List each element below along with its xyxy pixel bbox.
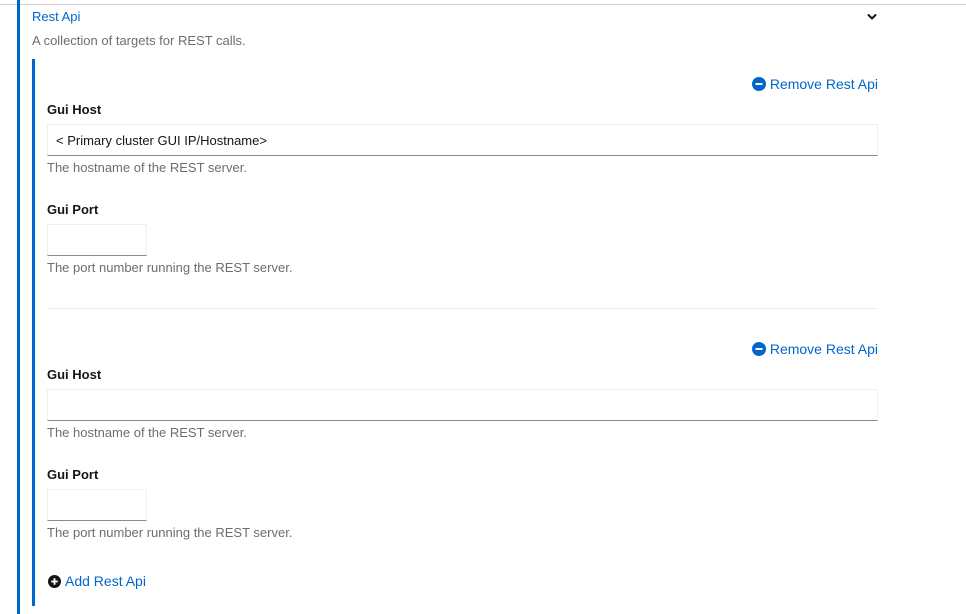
gui-port-helper: The port number running the REST server.	[47, 525, 293, 540]
add-rest-api-label: Add Rest Api	[65, 573, 146, 589]
minus-circle-icon	[751, 342, 766, 356]
gui-host-helper: The hostname of the REST server.	[47, 425, 247, 440]
items-accent-bar	[32, 59, 35, 606]
gui-port-helper: The port number running the REST server.	[47, 260, 293, 275]
gui-port-input[interactable]	[47, 489, 147, 521]
plus-circle-icon	[48, 574, 61, 588]
remove-rest-api-label: Remove Rest Api	[769, 341, 878, 357]
gui-host-input[interactable]	[47, 124, 878, 156]
gui-host-label: Gui Host	[47, 367, 102, 382]
gui-port-input[interactable]	[47, 224, 147, 256]
item-divider	[47, 308, 878, 309]
rest-api-section-toggle[interactable]: Rest Api	[32, 8, 880, 26]
gui-host-label: Gui Host	[47, 102, 102, 117]
add-rest-api-button[interactable]: Add Rest Api	[48, 572, 146, 590]
remove-rest-api-button[interactable]: Remove Rest Api	[751, 340, 878, 358]
gui-host-helper: The hostname of the REST server.	[47, 160, 247, 175]
remove-rest-api-button[interactable]: Remove Rest Api	[751, 75, 878, 93]
section-accent-bar	[17, 0, 20, 614]
remove-rest-api-label: Remove Rest Api	[769, 76, 878, 92]
gui-port-label: Gui Port	[47, 467, 99, 482]
section-title: Rest Api	[32, 9, 81, 24]
top-divider	[0, 4, 966, 5]
gui-host-input[interactable]	[47, 389, 878, 421]
chevron-down-icon	[867, 14, 877, 20]
gui-port-label: Gui Port	[47, 202, 99, 217]
section-description: A collection of targets for REST calls.	[32, 33, 246, 48]
minus-circle-icon	[751, 77, 766, 91]
